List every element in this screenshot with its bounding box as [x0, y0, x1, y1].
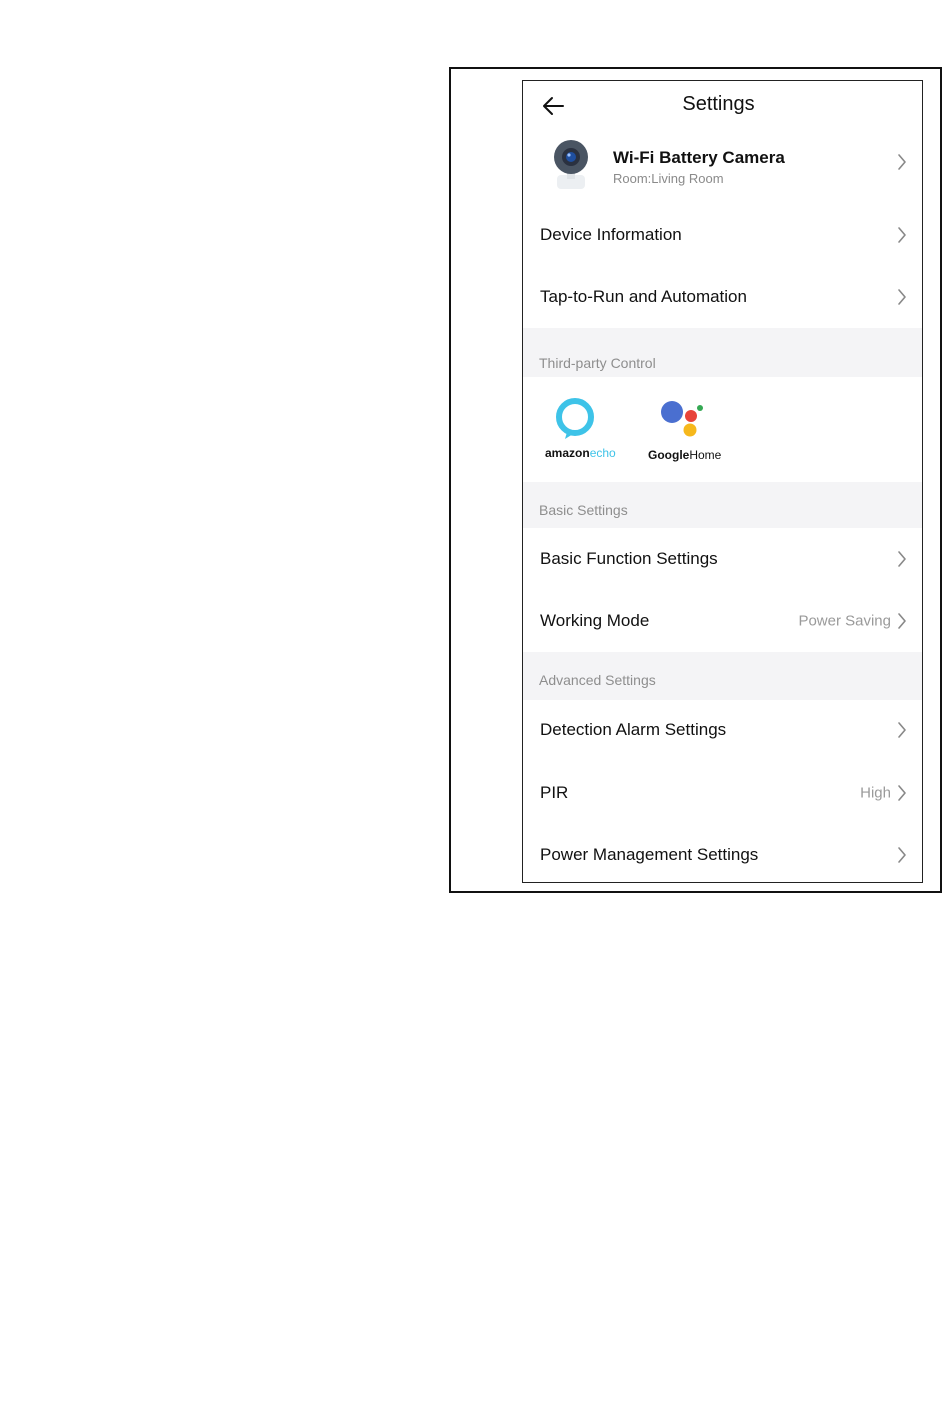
device-room: Room:Living Room — [613, 171, 724, 186]
page-title: Settings — [682, 93, 755, 115]
row-value: Power Saving — [798, 612, 891, 630]
row-label: PIR — [540, 783, 569, 802]
row-label: Tap-to-Run and Automation — [540, 287, 747, 306]
detection-alarm-settings-row[interactable]: Detection Alarm Settings — [523, 699, 922, 761]
row-value: High — [860, 784, 891, 802]
section-header-third-party: Third-party Control — [523, 328, 922, 377]
google-home-button[interactable]: GoogleHome — [647, 395, 727, 467]
device-information-row[interactable]: Device Information — [523, 204, 922, 266]
row-label: Basic Function Settings — [540, 549, 718, 568]
chevron-right-icon — [898, 154, 906, 170]
amazon-echo-button[interactable]: amazonecho — [543, 395, 616, 467]
row-label: Working Mode — [540, 611, 650, 630]
google-home-label: GoogleHome — [648, 448, 722, 462]
chevron-right-icon — [898, 722, 906, 738]
chevron-right-icon — [898, 847, 906, 863]
working-mode-row[interactable]: Working Mode Power Saving — [523, 590, 922, 652]
amazon-echo-label: amazonecho — [545, 446, 616, 460]
row-label: Power Management Settings — [540, 845, 759, 864]
power-management-settings-row[interactable]: Power Management Settings — [523, 824, 922, 882]
pir-row[interactable]: PIR High — [523, 762, 922, 824]
header: Settings — [523, 81, 922, 131]
section-header-advanced: Advanced Settings — [523, 652, 922, 700]
row-label: Device Information — [540, 225, 682, 244]
chevron-right-icon — [898, 289, 906, 305]
third-party-services: amazonecho GoogleHome — [523, 377, 922, 482]
camera-icon — [554, 140, 588, 189]
basic-function-settings-row[interactable]: Basic Function Settings — [523, 528, 922, 590]
tap-to-run-row[interactable]: Tap-to-Run and Automation — [523, 266, 922, 328]
row-label: Detection Alarm Settings — [540, 720, 727, 739]
device-row[interactable]: Wi-Fi Battery Camera Room:Living Room — [523, 136, 922, 196]
chevron-right-icon — [898, 785, 906, 801]
chevron-right-icon — [898, 551, 906, 567]
device-name: Wi-Fi Battery Camera — [613, 148, 785, 167]
chevron-right-icon — [898, 227, 906, 243]
chevron-right-icon — [898, 613, 906, 629]
settings-screen: Settings Wi-Fi Battery Camera Room:Livin… — [522, 80, 923, 883]
section-header-basic: Basic Settings — [523, 482, 922, 528]
